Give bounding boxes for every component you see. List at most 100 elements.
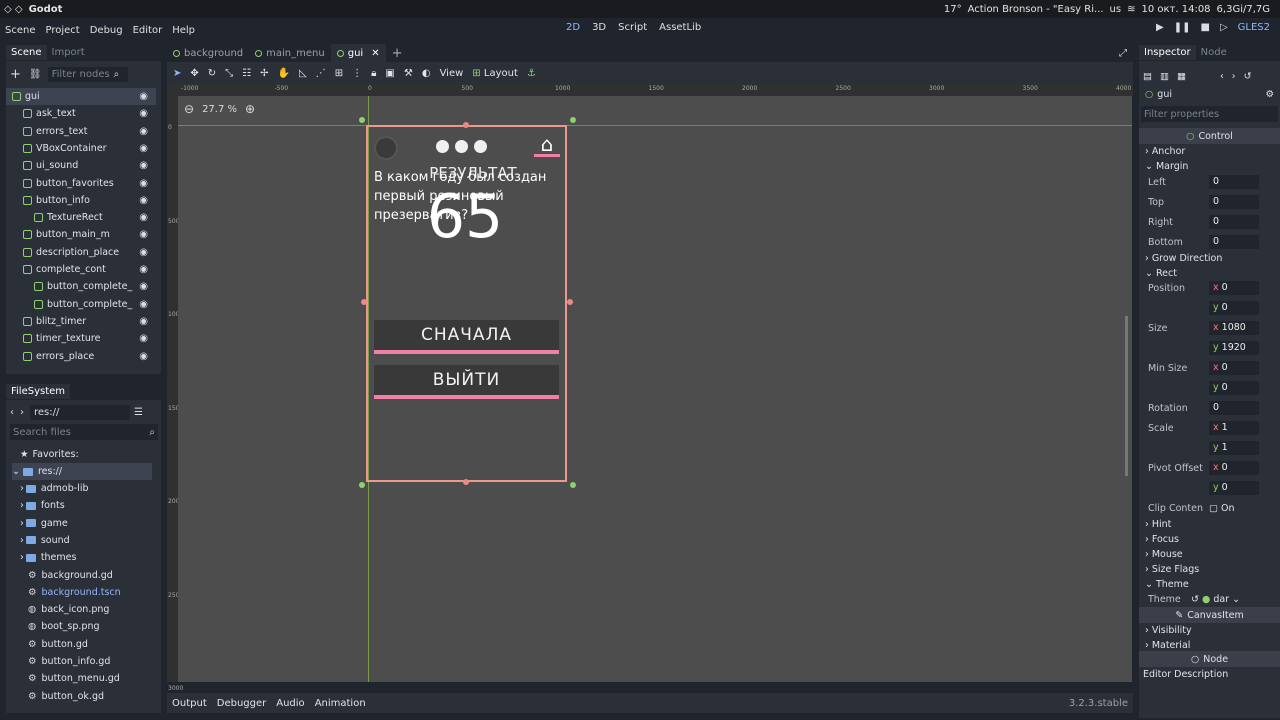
tab-debugger[interactable]: Debugger	[217, 698, 267, 709]
media-title[interactable]: Action Bronson - "Easy Ri...	[968, 4, 1104, 15]
lock-icon[interactable]: 🔒︎	[371, 68, 376, 79]
visibility-icon[interactable]: ◉	[139, 91, 148, 102]
prop-scale-y[interactable]: y 1	[1139, 440, 1280, 456]
history-forward-icon[interactable]: ›	[1232, 71, 1236, 82]
group-rect[interactable]: ⌄ Rect	[1139, 265, 1280, 281]
forward-icon[interactable]: ›	[20, 407, 24, 418]
keyboard-lang[interactable]: us	[1110, 4, 1122, 15]
fs-item-button-info-gd[interactable]: ⚙ button_info.gd	[28, 653, 110, 670]
prop-rotation[interactable]: Rotation 0	[1139, 400, 1280, 416]
tools-icon[interactable]: ⚙	[1265, 89, 1274, 100]
corner-handle[interactable]	[359, 482, 365, 488]
back-icon[interactable]: ‹	[10, 407, 14, 418]
edge-handle[interactable]	[567, 299, 573, 305]
tab-animation[interactable]: Animation	[315, 698, 366, 709]
list-view-icon[interactable]: ☰	[134, 407, 143, 418]
fs-item-fonts[interactable]: › fonts	[20, 497, 65, 514]
group-visibility[interactable]: › Visibility	[1139, 622, 1280, 638]
group-grow-direction[interactable]: › Grow Direction	[1139, 250, 1280, 266]
visibility-icon[interactable]: ◉	[139, 281, 148, 292]
tree-node-button-complete-[interactable]: button_complete_ ◉	[6, 296, 156, 313]
view-menu[interactable]: View	[440, 68, 464, 79]
tab-import[interactable]: Import	[47, 45, 90, 60]
corner-handle[interactable]	[570, 117, 576, 123]
layout-menu[interactable]: ⊞ Layout	[472, 68, 518, 79]
select-tool-icon[interactable]: ➤	[173, 68, 181, 79]
tab-node[interactable]: Node	[1196, 45, 1232, 60]
tree-node-button-info[interactable]: button_info ◉	[6, 192, 156, 209]
visibility-icon[interactable]: ◉	[139, 126, 148, 137]
prop-margin-right[interactable]: Right 0	[1139, 214, 1280, 230]
group-mouse[interactable]: › Mouse	[1139, 546, 1280, 562]
prop-position[interactable]: Position x 0	[1139, 280, 1280, 296]
prop-position-y[interactable]: y 0	[1139, 300, 1280, 316]
tab-inspector[interactable]: Inspector	[1139, 45, 1196, 60]
group-margin[interactable]: ⌄ Margin	[1139, 158, 1280, 174]
play-icon[interactable]: ▶	[1156, 22, 1164, 33]
tree-node-button-favorites[interactable]: button_favorites ◉	[6, 175, 156, 192]
visibility-icon[interactable]: ◉	[139, 264, 148, 275]
bone-icon[interactable]: ⚒	[404, 68, 413, 79]
tree-node-button-complete-[interactable]: button_complete_ ◉	[6, 278, 156, 295]
visibility-icon[interactable]: ◉	[139, 247, 148, 258]
fs-item-sound[interactable]: › sound	[20, 532, 70, 549]
tab-gui[interactable]: gui ✕	[330, 44, 386, 62]
tree-node-vboxcontainer[interactable]: VBoxContainer ◉	[6, 140, 156, 157]
tree-node-ui-sound[interactable]: ui_sound ◉	[6, 157, 156, 174]
fs-item-button-gd[interactable]: ⚙ button.gd	[28, 636, 88, 653]
grid-snap-icon[interactable]: ⊞	[335, 68, 343, 79]
menu-project[interactable]: Project	[41, 25, 85, 36]
exit-button[interactable]: ВЫЙТИ	[374, 365, 559, 399]
workspace-script[interactable]: Script	[618, 22, 647, 33]
object-history-icon[interactable]: ↺	[1244, 71, 1252, 82]
ruler-tool-icon[interactable]: ◺	[299, 68, 307, 79]
visibility-icon[interactable]: ◉	[139, 108, 148, 119]
restart-button[interactable]: СНАЧАЛА	[374, 320, 559, 354]
zoom-level[interactable]: 27.7 %	[202, 104, 237, 115]
tree-node-description-place[interactable]: description_place ◉	[6, 244, 156, 261]
menu-debug[interactable]: Debug	[85, 25, 128, 36]
prop-margin-top[interactable]: Top 0	[1139, 194, 1280, 210]
zoom-out-icon[interactable]: ⊖	[184, 102, 194, 116]
tree-node-texturerect[interactable]: TextureRect ◉	[6, 209, 156, 226]
play-scene-icon[interactable]: ▷	[1220, 22, 1228, 33]
tab-output[interactable]: Output	[172, 698, 207, 709]
prop-pivot-offset-y[interactable]: y 0	[1139, 480, 1280, 496]
pause-icon[interactable]: ❚❚	[1174, 22, 1191, 33]
tree-node-errors-text[interactable]: errors_text ◉	[6, 123, 156, 140]
path-field[interactable]: res://	[30, 404, 130, 420]
visibility-icon[interactable]: ◉	[139, 212, 148, 223]
group-hint[interactable]: › Hint	[1139, 516, 1280, 532]
zoom-in-icon[interactable]: ⊕	[245, 102, 255, 116]
new-tab-icon[interactable]: +	[392, 46, 403, 61]
section-control[interactable]: ○ Control	[1139, 128, 1280, 144]
corner-handle[interactable]	[359, 117, 365, 123]
prop-editor-description[interactable]: Editor Description	[1139, 666, 1280, 682]
tree-node-errors-place[interactable]: errors_place ◉	[6, 348, 156, 365]
group-focus[interactable]: › Focus	[1139, 531, 1280, 547]
new-resource-icon[interactable]: ▤	[1143, 71, 1152, 82]
fs-item-themes[interactable]: › themes	[20, 549, 76, 566]
prop-min-size[interactable]: Min Size x 0	[1139, 360, 1280, 376]
visibility-icon[interactable]: ◉	[139, 316, 148, 327]
prop-theme[interactable]: Theme ↺ ● dar ⌄	[1139, 591, 1280, 607]
group-theme[interactable]: ⌄ Theme	[1139, 576, 1280, 592]
fs-item-admob-lib[interactable]: › admob-lib	[20, 480, 89, 497]
prop-size[interactable]: Size x 1080	[1139, 320, 1280, 336]
renderer-label[interactable]: GLES2	[1238, 22, 1270, 33]
scale-tool-icon[interactable]: ⤡	[225, 68, 233, 79]
group-anchor[interactable]: › Anchor	[1139, 143, 1280, 159]
tree-node-timer-texture[interactable]: timer_texture ◉	[6, 330, 156, 347]
edge-handle[interactable]	[361, 299, 367, 305]
fs-item-button-ok-gd[interactable]: ⚙ button_ok.gd	[28, 688, 104, 705]
save-resource-icon[interactable]: ▦	[1177, 71, 1186, 82]
visibility-icon[interactable]: ◉	[139, 299, 148, 310]
more-icon[interactable]: ⋮	[352, 68, 362, 79]
fs-item-button-menu-gd[interactable]: ⚙ button_menu.gd	[28, 670, 120, 687]
rotate-tool-icon[interactable]: ↻	[208, 68, 216, 79]
group-size-flags[interactable]: › Size Flags	[1139, 561, 1280, 577]
prop-scale[interactable]: Scale x 1	[1139, 420, 1280, 436]
visibility-icon[interactable]: ◉	[139, 351, 148, 362]
pan-tool-icon[interactable]: ✋	[278, 68, 290, 79]
menu-editor[interactable]: Editor	[128, 25, 168, 36]
